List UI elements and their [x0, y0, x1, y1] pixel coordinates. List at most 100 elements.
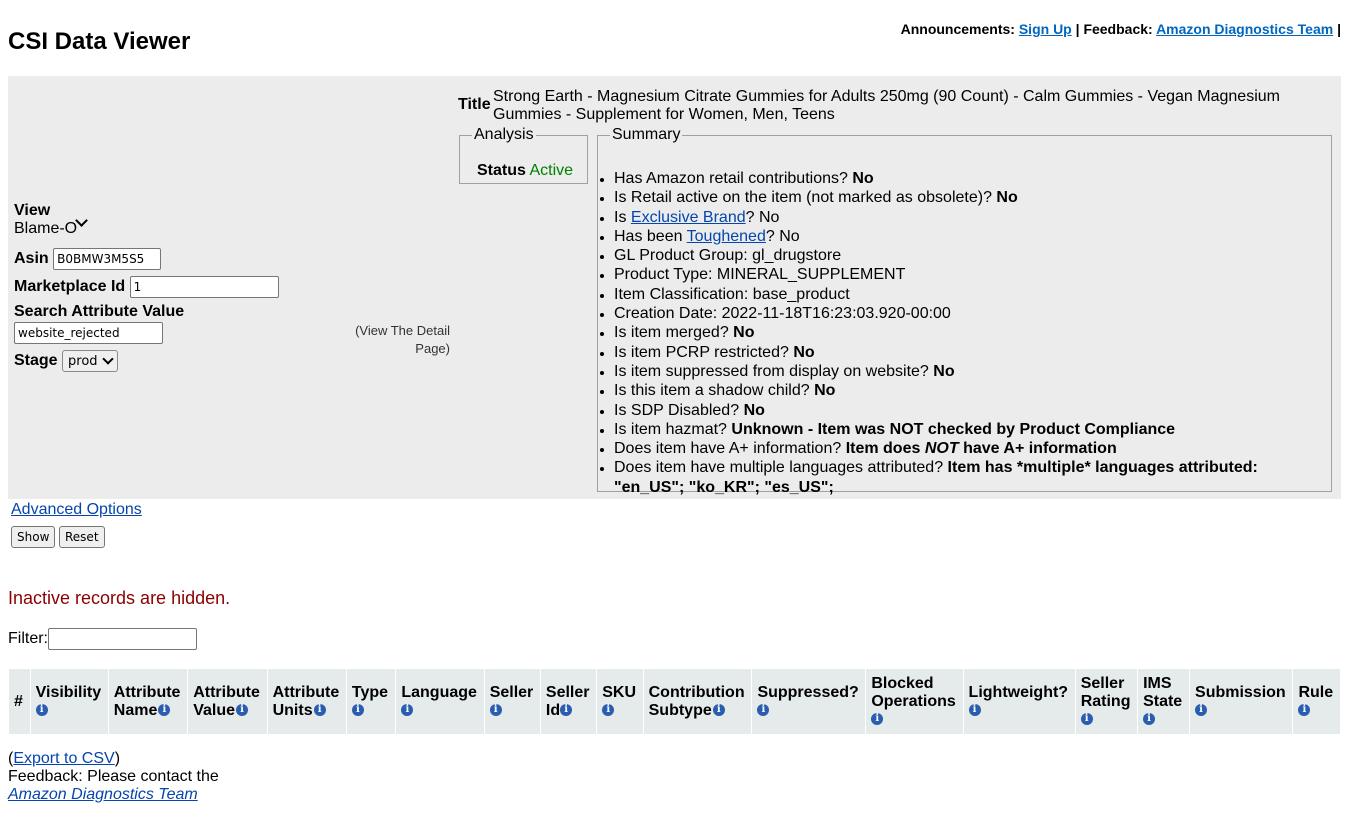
info-icon[interactable]: i	[560, 704, 573, 717]
list-item: Is item suppressed from display on websi…	[614, 362, 1314, 381]
info-icon[interactable]: i	[1298, 704, 1311, 717]
column-header-label: Attribute	[193, 683, 260, 701]
asin-input[interactable]: B0BMW3M5S5	[53, 248, 162, 270]
info-icon[interactable]: i	[968, 704, 981, 717]
info-icon[interactable]: i	[1080, 713, 1093, 726]
filter-input[interactable]	[48, 628, 197, 650]
column-header[interactable]: Attribute Name i	[107, 668, 189, 735]
separator: |	[1075, 21, 1080, 37]
info-icon[interactable]: i	[236, 704, 248, 717]
stage-select[interactable]: prod	[62, 350, 119, 372]
column-header[interactable]: IMS State i	[1137, 668, 1191, 735]
info-icon[interactable]: i	[35, 704, 48, 717]
answer: have A+ information	[963, 440, 1117, 458]
column-header-label: Rating	[1080, 692, 1131, 710]
info-icon[interactable]: i	[158, 704, 171, 717]
column-header-label: Rule	[1298, 683, 1334, 701]
column-header-label: Operations	[871, 692, 956, 710]
gl-product-group: GL Product Group: gl_drugstore	[614, 247, 842, 265]
column-header-label: Attribute	[113, 683, 181, 701]
column-header[interactable]: Language i	[395, 668, 485, 735]
question: Is SDP Disabled?	[614, 401, 740, 419]
info-icon[interactable]: i	[313, 704, 326, 717]
list-item: Is Retail active on the item (not marked…	[614, 188, 1314, 207]
exclusive-brand-link[interactable]: Exclusive Brand	[631, 209, 746, 226]
column-header[interactable]: Submission i	[1189, 668, 1294, 735]
filter-row: Filter:	[8, 628, 197, 650]
answer: No	[933, 362, 955, 380]
view-select[interactable]: Blame-O	[14, 214, 288, 238]
chevron-down-icon	[75, 214, 88, 227]
column-header[interactable]: Rule i	[1292, 668, 1341, 735]
column-header-label: Submission	[1195, 683, 1286, 701]
list-item: Does item have multiple languages attrib…	[614, 458, 1314, 497]
show-button[interactable]: Show	[11, 526, 56, 548]
marketplace-input[interactable]: 1	[129, 276, 279, 298]
column-header-label: Seller	[1080, 674, 1125, 692]
question: Does item have multiple languages attrib…	[614, 459, 944, 477]
info-icon[interactable]: i	[712, 704, 725, 717]
column-header[interactable]: Contribution Subtype i	[642, 668, 753, 735]
advanced-options-link[interactable]: Advanced Options	[11, 501, 142, 519]
answer: No	[852, 170, 874, 187]
column-header[interactable]: Seller Rating i	[1074, 668, 1139, 735]
column-header-label: State	[1143, 692, 1183, 710]
column-header-label: #	[14, 692, 23, 710]
info-icon[interactable]: i	[757, 704, 770, 717]
info-icon[interactable]: i	[1143, 713, 1156, 726]
answer: ? No	[765, 227, 800, 245]
question: Is Retail active on the item (not marked…	[614, 189, 992, 207]
question: Has Amazon retail contributions?	[614, 170, 848, 187]
search-attribute-input[interactable]: website_rejected	[14, 322, 163, 344]
column-header[interactable]: Attribute Units i	[266, 668, 347, 735]
info-icon[interactable]: i	[602, 704, 615, 717]
column-header-label: Name	[113, 701, 158, 719]
reset-button[interactable]: Reset	[59, 526, 105, 548]
list-item: Is Exclusive Brand? No	[614, 208, 1314, 227]
list-item: Has Amazon retail contributions? No	[614, 169, 1314, 188]
export-csv-link[interactable]: Export to CSV	[13, 750, 114, 767]
list-item: Is this item a shadow child? No	[614, 381, 1314, 400]
toughened-link[interactable]: Toughened	[687, 228, 766, 245]
column-header-label: Id	[545, 701, 561, 719]
item-panel: View Blame-O Asin B0BMW3M5S5 Marketplace…	[8, 76, 1341, 499]
info-icon[interactable]: i	[871, 713, 884, 726]
answer: No	[793, 343, 815, 361]
column-header-label: Subtype	[648, 701, 712, 719]
column-header-label: Suppressed?	[757, 683, 859, 701]
list-item: Is SDP Disabled? No	[614, 401, 1314, 420]
info-icon[interactable]: i	[1195, 704, 1208, 717]
column-header[interactable]: Visibility i	[29, 668, 109, 735]
column-header[interactable]: Seller i	[483, 668, 541, 735]
column-header[interactable]: Seller Id i	[539, 668, 598, 735]
feedback-team-link[interactable]: Amazon Diagnostics Team	[1156, 21, 1333, 37]
item-title: Strong Earth - Magnesium Citrate Gummies…	[493, 88, 1280, 123]
info-icon[interactable]: i	[489, 704, 502, 717]
footer-feedback-text: Feedback: Please contact the	[8, 768, 219, 785]
column-header[interactable]: Lightweight? i	[962, 668, 1076, 735]
inactive-records-notice: Inactive records are hidden.	[8, 588, 231, 608]
list-item: Item Classification: base_product	[614, 285, 1314, 304]
top-links: Announcements: Sign Up | Feedback: Amazo…	[901, 21, 1341, 37]
question: Is item PCRP restricted?	[614, 343, 789, 361]
marketplace-label: Marketplace Id	[14, 278, 126, 296]
info-icon[interactable]: i	[351, 704, 364, 717]
column-header[interactable]: Suppressed? i	[751, 668, 867, 735]
status-label: Status	[477, 162, 526, 179]
sign-up-link[interactable]: Sign Up	[1019, 21, 1072, 37]
question: Is item merged?	[614, 324, 729, 342]
column-header[interactable]: Blocked Operations i	[865, 668, 964, 735]
product-type: Product Type: MINERAL_SUPPLEMENT	[614, 266, 906, 284]
column-header[interactable]: Type i	[345, 668, 397, 735]
column-header[interactable]: Attribute Value i	[187, 668, 268, 735]
question: Is this item a shadow child?	[614, 382, 810, 400]
column-header[interactable]: SKU i	[596, 668, 644, 735]
column-header[interactable]: #	[8, 668, 31, 735]
footer-feedback-link[interactable]: Amazon Diagnostics Team	[8, 786, 198, 803]
question: Is item suppressed from display on websi…	[614, 362, 929, 380]
summary-list: Has Amazon retail contributions? No Is R…	[598, 169, 1314, 497]
question: Is item hazmat?	[614, 420, 727, 438]
stage-label: Stage	[14, 352, 58, 370]
view-detail-page-link[interactable]: (View The Detail Page)	[346, 322, 450, 358]
info-icon[interactable]: i	[401, 704, 414, 717]
